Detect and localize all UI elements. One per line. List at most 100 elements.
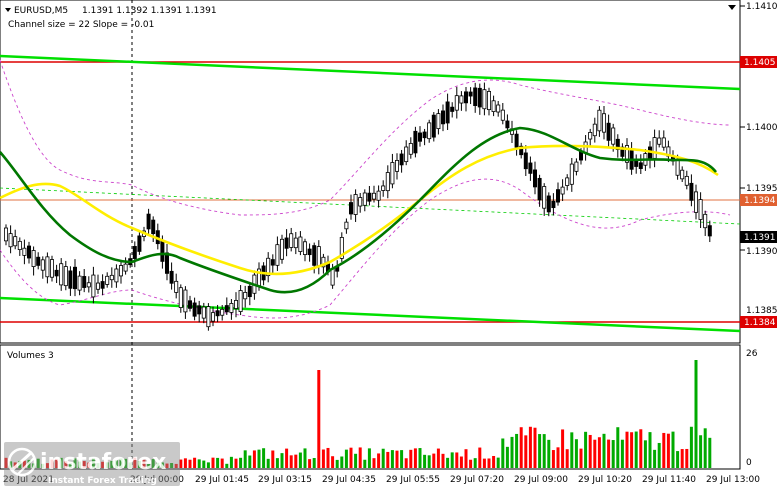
candle-body xyxy=(390,162,395,185)
candle-body xyxy=(440,110,445,125)
volume-bar xyxy=(377,453,381,468)
volume-bar xyxy=(607,439,611,468)
candle-body xyxy=(210,312,215,322)
volume-bar xyxy=(593,439,597,468)
price-axis xyxy=(740,5,745,251)
candle-body xyxy=(298,236,303,252)
volume-bar xyxy=(528,426,532,468)
volume-bar xyxy=(643,440,647,468)
candle-body xyxy=(385,172,390,192)
volume-bar xyxy=(266,458,270,468)
candle-body xyxy=(160,241,165,262)
svg-text:29 Jul 09:00: 29 Jul 09:00 xyxy=(514,475,568,485)
volume-bar xyxy=(482,458,486,468)
volume-bar xyxy=(662,432,666,468)
volume-bar xyxy=(248,455,252,468)
candle-body xyxy=(684,175,689,186)
candle-body xyxy=(569,163,574,185)
candle-body xyxy=(197,305,202,315)
svg-text:29 Jul 10:20: 29 Jul 10:20 xyxy=(578,475,632,485)
volume-bar xyxy=(395,450,399,468)
chart-canvas[interactable]: EURUSD,M5 1.1391 1.1392 1.1391 1.1391 Ch… xyxy=(0,0,781,489)
volume-bar xyxy=(616,427,620,468)
volume-bar xyxy=(602,433,606,468)
price-label-1395: 1.1395 xyxy=(746,184,778,194)
volume-bar xyxy=(367,448,371,468)
candle-body xyxy=(477,87,482,108)
volume-bar xyxy=(271,450,275,468)
candle-body xyxy=(445,101,450,124)
svg-text:29 Jul 11:40: 29 Jul 11:40 xyxy=(642,475,696,485)
volume-bar xyxy=(556,447,560,468)
volume-bar xyxy=(183,458,187,468)
volume-bar xyxy=(459,456,463,468)
candle-body xyxy=(537,177,542,201)
candle-body xyxy=(486,91,491,111)
candle-body xyxy=(698,199,703,220)
candle-body xyxy=(137,235,142,252)
volume-bar xyxy=(257,449,261,468)
volume-bar xyxy=(331,456,335,468)
candle-body xyxy=(597,109,602,132)
candle-body xyxy=(496,104,501,113)
candle-body xyxy=(119,265,124,277)
candle-body xyxy=(229,303,234,313)
svg-text:29 Jul 05:55: 29 Jul 05:55 xyxy=(386,475,440,485)
candle-body xyxy=(574,161,579,172)
candle-body xyxy=(427,122,432,140)
candle-body xyxy=(417,132,422,142)
volume-bar xyxy=(703,428,707,468)
volume-bar xyxy=(524,435,528,468)
candle-body xyxy=(86,282,91,288)
volume-bar xyxy=(363,459,367,468)
candle-body xyxy=(50,259,55,278)
candle-body xyxy=(45,256,50,278)
price-label-1390: 1.1390 xyxy=(746,247,778,257)
candle-body xyxy=(348,202,353,215)
volume-bar xyxy=(579,448,583,468)
volume-bar xyxy=(312,458,316,468)
volume-bar xyxy=(206,462,210,468)
ohlc-label: 1.1391 1.1392 1.1391 1.1391 xyxy=(82,6,217,16)
volume-bar xyxy=(317,370,321,468)
volume-bar xyxy=(340,456,344,468)
candle-body xyxy=(4,227,9,242)
volume-bar xyxy=(574,439,578,468)
volume-bar xyxy=(386,451,390,468)
volume-bar xyxy=(220,458,224,468)
volume-bar xyxy=(303,448,307,468)
volume-bar xyxy=(423,454,427,468)
candle-body xyxy=(404,146,409,163)
candle-body xyxy=(17,240,22,250)
volume-bar xyxy=(335,459,339,468)
volume-bar xyxy=(289,455,293,468)
volume-bar xyxy=(455,452,459,468)
candle-body xyxy=(528,162,533,174)
volume-bar xyxy=(533,427,537,468)
volume-bar xyxy=(620,439,624,468)
candle-body xyxy=(275,244,280,266)
price-panel[interactable] xyxy=(0,0,741,344)
candle-body xyxy=(652,137,657,159)
candle-body xyxy=(215,310,220,317)
volume-bar xyxy=(630,432,634,468)
watermark-brand: instaforex xyxy=(40,450,166,475)
volume-bar xyxy=(308,459,312,468)
candle-body xyxy=(551,200,556,209)
volume-bar xyxy=(211,457,215,468)
volume-bar xyxy=(699,435,703,468)
volume-bar xyxy=(381,448,385,468)
volume-bar xyxy=(225,463,229,468)
candle-body xyxy=(353,194,358,215)
volume-bar xyxy=(538,434,542,468)
volume-bar xyxy=(588,434,592,468)
candle-body xyxy=(542,186,547,209)
candle-body xyxy=(661,137,666,148)
chart-window[interactable]: EURUSD,M5 1.1391 1.1392 1.1391 1.1391 Ch… xyxy=(0,0,781,489)
candle-body xyxy=(192,302,197,317)
svg-text:29 Jul 01:45: 29 Jul 01:45 xyxy=(195,475,249,485)
candle-body xyxy=(26,245,31,259)
volume-panel-title: Volumes 3 xyxy=(7,351,54,361)
volume-bar xyxy=(597,437,601,468)
candle-body xyxy=(707,225,712,237)
